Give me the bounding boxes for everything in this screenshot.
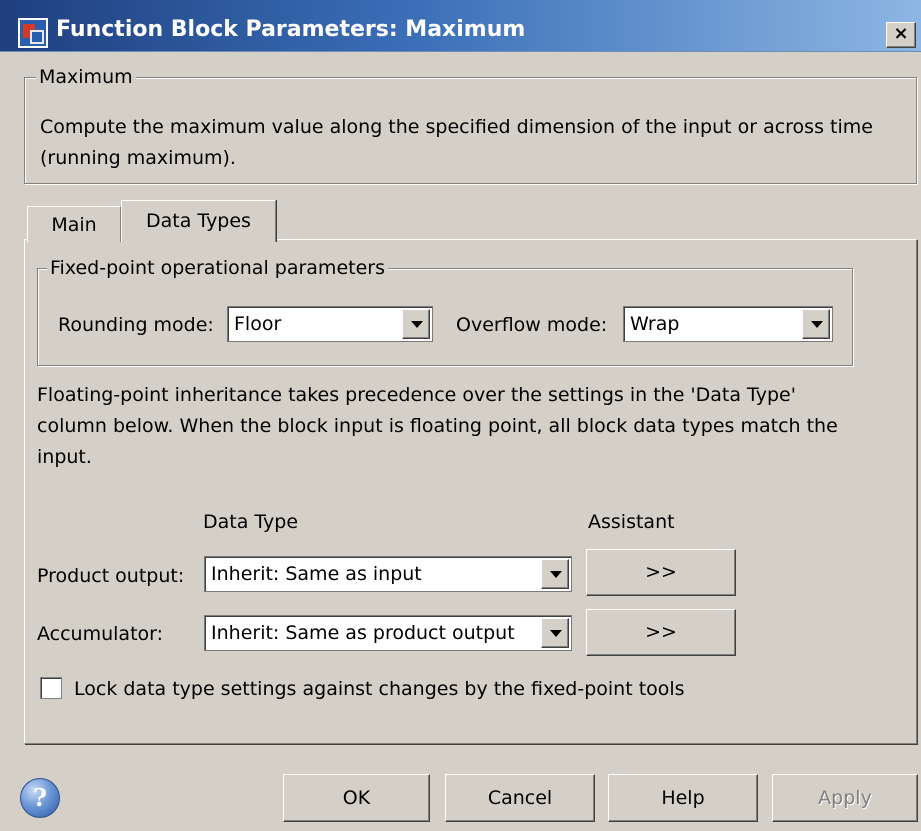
accumulator-select[interactable]: Inherit: Same as product output	[204, 615, 572, 651]
help-button[interactable]: Help	[608, 774, 758, 822]
help-icon[interactable]: ?	[20, 778, 60, 818]
tab-main[interactable]: Main	[27, 206, 121, 242]
product-output-value: Inherit: Same as input	[211, 563, 422, 585]
tab-data-types[interactable]: Data Types	[121, 200, 276, 242]
chevron-down-icon[interactable]	[541, 559, 569, 589]
chevron-down-icon[interactable]	[802, 309, 830, 339]
cancel-button[interactable]: Cancel	[445, 774, 595, 822]
overflow-mode-select[interactable]: Wrap	[623, 306, 833, 342]
column-header-data-type: Data Type	[203, 511, 299, 533]
accumulator-assistant-button[interactable]: >>	[586, 609, 736, 656]
accumulator-label: Accumulator:	[37, 623, 164, 645]
product-output-label: Product output:	[37, 565, 185, 587]
product-output-assistant-button[interactable]: >>	[586, 549, 736, 596]
fixed-point-group-legend: Fixed-point operational parameters	[47, 257, 388, 279]
lock-data-type-checkbox[interactable]	[40, 677, 62, 699]
overflow-mode-value: Wrap	[630, 313, 680, 335]
window-title: Function Block Parameters: Maximum	[56, 17, 526, 42]
rounding-mode-label: Rounding mode:	[58, 314, 214, 336]
description-group-legend: Maximum	[36, 66, 136, 88]
simulink-block-icon	[18, 18, 48, 48]
chevron-down-icon[interactable]	[402, 309, 430, 339]
overflow-mode-label: Overflow mode:	[456, 314, 608, 336]
close-button[interactable]: ×	[886, 22, 916, 48]
rounding-mode-value: Floor	[234, 313, 282, 335]
accumulator-value: Inherit: Same as product output	[211, 622, 515, 644]
chevron-down-icon[interactable]	[541, 618, 569, 648]
rounding-mode-select[interactable]: Floor	[227, 306, 433, 342]
column-header-assistant: Assistant	[588, 511, 675, 533]
lock-data-type-label[interactable]: Lock data type settings against changes …	[74, 677, 685, 701]
ok-button[interactable]: OK	[283, 774, 430, 822]
block-description: Compute the maximum value along the spec…	[40, 116, 873, 169]
product-output-select[interactable]: Inherit: Same as input	[204, 556, 572, 592]
inheritance-note: Floating-point inheritance takes precede…	[37, 384, 838, 468]
apply-button[interactable]: Apply	[772, 774, 918, 822]
